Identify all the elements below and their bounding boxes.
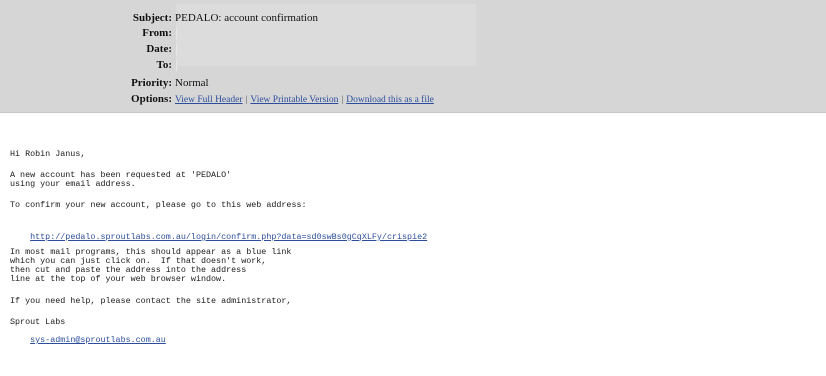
signature-email-line: sys-admin@sproutlabs.com.au bbox=[10, 327, 166, 354]
separator: | bbox=[341, 95, 344, 105]
body-text: If you need help, please contact the sit… bbox=[10, 296, 292, 306]
from-label: From: bbox=[142, 27, 172, 39]
header-divider bbox=[0, 112, 826, 113]
options-label: Options: bbox=[131, 93, 172, 105]
separator: | bbox=[245, 95, 248, 105]
priority-label: Priority: bbox=[131, 77, 172, 89]
priority-row: Priority: Normal bbox=[0, 76, 826, 91]
subject-label: Subject: bbox=[132, 12, 172, 24]
options-links: View Full Header | View Printable Version |… bbox=[175, 92, 434, 108]
download-as-file-link[interactable]: Download this as a file bbox=[346, 95, 434, 105]
options-row: Options: View Full Header | View Printable… bbox=[0, 92, 826, 107]
signature-name: Sprout Labs bbox=[10, 317, 66, 327]
body-text: To confirm your new account, please go t… bbox=[10, 200, 307, 210]
from-value bbox=[175, 26, 177, 41]
priority-value: Normal bbox=[175, 77, 209, 89]
to-value bbox=[175, 58, 177, 73]
view-printable-version-link[interactable]: View Printable Version bbox=[250, 95, 338, 105]
confirm-account-link[interactable]: http://pedalo.sproutlabs.com.au/login/co… bbox=[30, 232, 427, 242]
date-value bbox=[175, 42, 177, 57]
signature-email-link[interactable]: sys-admin@sproutlabs.com.au bbox=[30, 335, 166, 345]
from-row: From: bbox=[0, 26, 826, 41]
view-full-header-link[interactable]: View Full Header bbox=[175, 95, 243, 105]
to-row: To: bbox=[0, 58, 826, 73]
body-text: using your email address. bbox=[10, 179, 136, 189]
subject-value: PEDALO: account confirmation bbox=[175, 12, 318, 24]
greeting: Hi Robin Janus, bbox=[10, 149, 86, 159]
subject-row: Subject: PEDALO: account confirmation bbox=[0, 11, 826, 26]
date-row: Date: bbox=[0, 42, 826, 57]
body-text: line at the top of your web browser wind… bbox=[10, 274, 227, 284]
date-label: Date: bbox=[146, 43, 172, 55]
to-label: To: bbox=[156, 59, 173, 71]
message-header: Subject: PEDALO: account confirmation Fr… bbox=[0, 0, 826, 113]
